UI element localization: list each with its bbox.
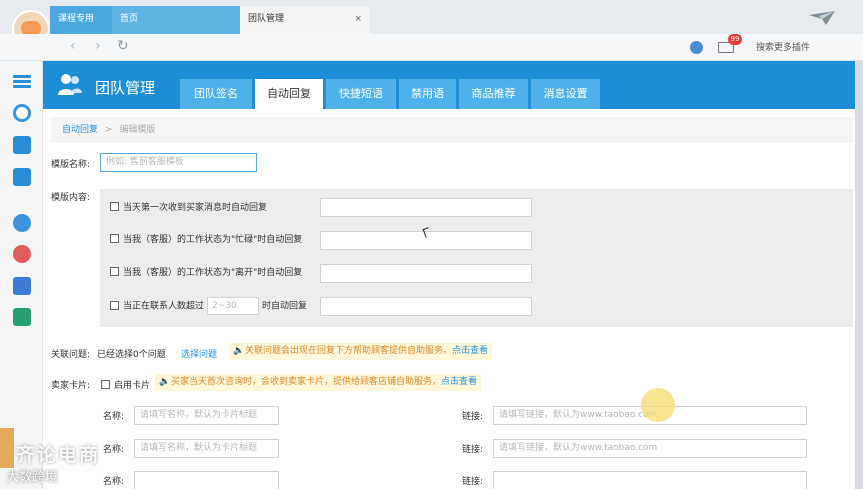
tab-home[interactable]: 首页 — [112, 6, 240, 34]
list-icon[interactable] — [13, 73, 31, 91]
related-notice-text: 关联问题会出现在回复下方帮助顾客提供自助服务。 — [245, 346, 453, 356]
left-sidebar — [0, 61, 43, 489]
rule-contact-limit[interactable]: 当正在联系人数超过 2~30 时自动回复 — [110, 297, 307, 315]
seller-card-notice-text: 买家当天首次咨询时，会收到卖家卡片，提供给顾客店铺自助服务， — [171, 377, 442, 387]
card-link-label: 链接: — [462, 445, 484, 455]
seller-card-view-link[interactable]: 点击查看 — [441, 377, 477, 387]
edit-icon[interactable] — [13, 214, 31, 232]
related-questions-count: 已经选择0个问题 — [97, 350, 166, 360]
card-name-input[interactable] — [134, 471, 279, 489]
rule-first-message-label: 当天第一次收到买家消息时自动回复 — [123, 203, 268, 213]
rule-contact-limit-prefix: 当正在联系人数超过 — [123, 301, 205, 312]
breadcrumb-current: 编辑模版 — [119, 125, 156, 135]
rule-contact-limit-checkbox[interactable] — [110, 300, 119, 310]
scrollbar-track[interactable] — [855, 61, 863, 489]
breadcrumb-root-link[interactable]: 自动回复 — [62, 125, 98, 135]
app-window: 课程专用 首页 团队管理 × ‹ › ↻ 99 搜索更多插件 团队管理 团队签名… — [0, 0, 863, 489]
team-icon — [58, 74, 82, 95]
user-icon[interactable] — [13, 308, 31, 326]
template-name-label: 模版名称: — [51, 160, 91, 170]
card-name-label: 名称: — [103, 477, 125, 487]
rule-away-reply-input[interactable] — [320, 264, 532, 283]
rule-busy-label: 当我（客服）的工作状态为"忙碌"时自动回复 — [123, 235, 303, 245]
tab-product-recommend[interactable]: 商品推荐 — [459, 79, 528, 109]
template-name-input[interactable]: 例如: 售前客服模板 — [100, 153, 257, 172]
watermark-brand: 齐论电商 — [16, 444, 101, 466]
rule-first-message[interactable]: 当天第一次收到买家消息时自动回复 — [110, 199, 267, 217]
search-plugins-link[interactable]: 搜索更多插件 — [756, 40, 810, 53]
forward-button[interactable]: › — [95, 38, 101, 54]
card-link-input[interactable]: 请填写链接，默认为www.taobao.com — [493, 439, 807, 458]
rule-away[interactable]: 当我（客服）的工作状态为"离开"时自动回复 — [110, 264, 302, 282]
shopping-bag-icon[interactable] — [13, 136, 31, 154]
card-name-input[interactable]: 请填写名称，默认为卡片标题 — [134, 439, 279, 458]
cloud-icon[interactable] — [690, 41, 703, 54]
enable-card-checkbox[interactable]: 启用卡片 — [101, 378, 150, 391]
tab-course-label: 课程专用 — [58, 14, 95, 24]
star-icon[interactable] — [13, 104, 31, 122]
select-questions-link[interactable]: 选择问题 — [181, 347, 217, 360]
rule-contact-limit-reply-input[interactable] — [320, 297, 532, 316]
card-name-label: 名称: — [103, 412, 125, 422]
watermark-bar — [0, 428, 14, 468]
card-name-label: 名称: — [103, 445, 125, 455]
card-link-label: 链接: — [462, 412, 484, 422]
app-logo-icon — [809, 11, 835, 25]
tab-message-settings[interactable]: 消息设置 — [531, 79, 600, 109]
contact-limit-input[interactable]: 2~30 — [207, 297, 260, 315]
main-content: 自动回复 > 编辑模版 模版名称: 例如: 售前客服模板 模版内容: 当天第一次… — [43, 109, 855, 489]
template-content-panel: 当天第一次收到买家消息时自动回复 当我（客服）的工作状态为"忙碌"时自动回复 当… — [100, 189, 853, 327]
rule-first-message-checkbox[interactable] — [110, 202, 119, 211]
rule-away-checkbox[interactable] — [110, 267, 119, 276]
tab-auto-reply[interactable]: 自动回复 — [255, 79, 323, 109]
rule-away-label: 当我（客服）的工作状态为"离开"时自动回复 — [123, 268, 303, 278]
module-header: 团队管理 团队签名 自动回复 快捷短语 禁用语 商品推荐 消息设置 — [43, 61, 855, 109]
title-bar: 课程专用 首页 团队管理 × — [0, 0, 863, 34]
close-icon[interactable]: × — [354, 6, 362, 32]
rule-busy[interactable]: 当我（客服）的工作状态为"忙碌"时自动回复 — [110, 231, 302, 249]
back-button[interactable]: ‹ — [70, 38, 76, 54]
navigation-bar: ‹ › ↻ 99 搜索更多插件 — [0, 34, 863, 61]
tab-quick-phrases[interactable]: 快捷短语 — [326, 79, 396, 109]
calendar-icon[interactable] — [13, 277, 31, 295]
template-content-label: 模版内容: — [51, 193, 91, 203]
tab-home-label: 首页 — [120, 14, 139, 24]
breadcrumb-separator: > — [104, 125, 113, 135]
seller-card-label: 卖家卡片: — [51, 381, 91, 391]
enable-card-label: 启用卡片 — [114, 381, 151, 391]
mail-count-badge: 99 — [728, 34, 742, 45]
breadcrumb: 自动回复 > 编辑模版 — [51, 117, 853, 143]
card-link-label: 链接: — [462, 477, 484, 487]
watermark-sub: 大数跨境 — [6, 470, 59, 485]
card-name-input[interactable]: 请填写名称，默认为卡片标题 — [134, 406, 279, 425]
id-card-icon[interactable] — [13, 168, 31, 186]
tab-team-management[interactable]: 团队管理 × — [240, 6, 370, 34]
related-questions-notice: 🔈 关联问题会出现在回复下方帮助顾客提供自助服务。点击查看 — [229, 343, 493, 360]
rule-busy-checkbox[interactable] — [110, 234, 119, 243]
tab-course[interactable]: 课程专用 — [50, 6, 112, 34]
tab-team-signature[interactable]: 团队签名 — [180, 79, 252, 109]
rule-contact-limit-suffix: 时自动回复 — [262, 301, 308, 312]
related-questions-label: 关联问题: — [51, 350, 91, 360]
enable-card-box[interactable] — [101, 380, 110, 389]
speaker-icon: 🔈 — [233, 346, 245, 356]
click-highlight — [641, 388, 675, 422]
tab-banned-words[interactable]: 禁用语 — [399, 79, 456, 109]
seller-card-notice: 🔈 买家当天首次咨询时，会收到卖家卡片，提供给顾客店铺自助服务，点击查看 — [155, 374, 482, 391]
target-icon[interactable] — [13, 245, 31, 263]
refresh-button[interactable]: ↻ — [117, 38, 129, 54]
tab-team-label: 团队管理 — [248, 14, 285, 24]
related-view-link[interactable]: 点击查看 — [452, 346, 488, 356]
speaker-icon: 🔈 — [159, 377, 171, 387]
page-title: 团队管理 — [95, 79, 156, 97]
rule-first-message-reply-input[interactable] — [320, 198, 532, 217]
card-link-input[interactable] — [493, 471, 807, 489]
